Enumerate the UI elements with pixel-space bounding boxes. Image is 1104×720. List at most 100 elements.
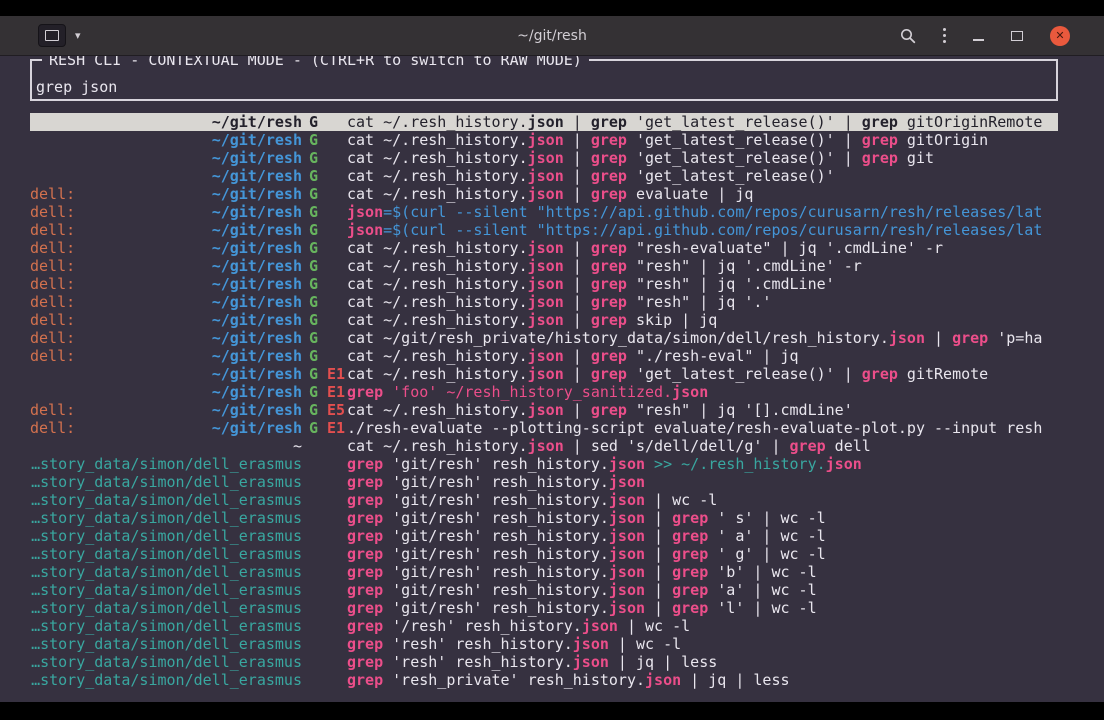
directory-label: …story_data/simon/dell_erasmus (31, 599, 302, 617)
history-row[interactable]: dell:~/git/reshGcat ~/.resh_history.json… (30, 293, 1058, 311)
command-segment: | (645, 563, 672, 581)
history-row[interactable]: …story_data/simon/dell_erasmusgrep 'git/… (30, 581, 1058, 599)
status-flags: G (302, 293, 347, 311)
command-segment: | jq | less (681, 671, 789, 689)
command-segment: grep (591, 347, 627, 365)
command-segment: | (564, 347, 591, 365)
status-flags: G (302, 329, 347, 347)
status-flags: G (302, 239, 347, 257)
close-button[interactable]: ✕ (1050, 26, 1070, 46)
host-label: dell: (30, 311, 75, 329)
command-segment: cat ~/.resh_history. (347, 365, 528, 383)
history-row[interactable]: …story_data/simon/dell_erasmusgrep '/res… (30, 617, 1058, 635)
host-dir-column: dell:~/git/resh (30, 239, 302, 257)
status-flags: G (302, 167, 347, 185)
history-row[interactable]: dell:~/git/reshGjson=$(curl --silent "ht… (30, 221, 1058, 239)
command-segment: json (528, 311, 564, 329)
restore-button[interactable] (1011, 31, 1023, 41)
command-segment: gitOriginRemote (898, 113, 1043, 131)
history-row[interactable]: …story_data/simon/dell_erasmusgrep 'git/… (30, 527, 1058, 545)
command-segment: =$(curl --silent "https://api.github.com… (383, 203, 1042, 221)
directory-label: …story_data/simon/dell_erasmus (31, 617, 302, 635)
directory-label: ~/git/resh (212, 257, 302, 275)
command-segment: json (528, 167, 564, 185)
command-segment: json (889, 329, 925, 347)
host-dir-column: dell:~/git/resh (30, 347, 302, 365)
status-flags: GE1 (302, 419, 347, 437)
restore-icon (1011, 31, 1023, 41)
history-row[interactable]: dell:~/git/reshGcat ~/.resh_history.json… (30, 239, 1058, 257)
history-row[interactable]: ~/git/reshGcat ~/.resh_history.json | gr… (30, 149, 1058, 167)
history-row[interactable]: dell:~/git/resh Gcat ~/.resh_history.json… (30, 257, 1058, 275)
command-segment: json (609, 455, 645, 473)
command-text: cat ~/.resh_history.json | grep "resh" |… (347, 293, 1058, 311)
history-row[interactable]: …story_data/simon/dell_erasmusgrep 'git/… (30, 473, 1058, 491)
command-segment: json (609, 473, 645, 491)
minimize-button[interactable] (973, 35, 984, 37)
history-row[interactable]: …story_data/simon/dell_erasmusgrep 'git/… (30, 455, 1058, 473)
history-row[interactable]: dell:~/git/reshGE5cat ~/.resh_history.js… (30, 401, 1058, 419)
history-row[interactable]: …story_data/simon/dell_erasmusgrep 'git/… (30, 491, 1058, 509)
directory-label: ~/git/resh (212, 347, 302, 365)
git-flag: G (309, 347, 318, 365)
history-row[interactable]: …story_data/simon/dell_erasmusgrep 'resh… (30, 653, 1058, 671)
history-row[interactable]: dell:~/git/reshGcat ~/.resh_history.json… (30, 311, 1058, 329)
command-segment: cat ~/.resh_history. (347, 401, 528, 419)
history-row[interactable]: ~/git/reshGE1grep 'foo' ~/resh_history_s… (30, 383, 1058, 401)
history-row[interactable]: ~/git/reshGcat ~/.resh_history.json | gr… (30, 131, 1058, 149)
git-flag: G (309, 257, 318, 275)
command-segment: | (564, 131, 591, 149)
new-terminal-button[interactable] (38, 24, 66, 47)
terminal-window: ▾ ~/git/resh (0, 16, 1104, 702)
history-row[interactable]: dell:~/git/reshGE1./resh-evaluate --plot… (30, 419, 1058, 437)
history-row[interactable]: dell:~/git/reshGcat ~/.resh_history.json… (30, 275, 1058, 293)
search-button[interactable] (900, 28, 916, 44)
command-text: cat ~/.resh_history.json | grep skip | j… (347, 311, 1058, 329)
chevron-down-icon[interactable]: ▾ (75, 30, 81, 41)
history-row[interactable]: …story_data/simon/dell_erasmusgrep 'resh… (30, 671, 1058, 689)
command-segment: "resh" | jq '.' (627, 293, 772, 311)
command-text: cat ~/.resh_history.json | grep evaluate… (347, 185, 1058, 203)
command-text: cat ~/.resh_history.json | grep "./resh-… (347, 347, 1058, 365)
host-dir-column: ~/git/resh (30, 131, 302, 149)
directory-label: …story_data/simon/dell_erasmus (31, 581, 302, 599)
history-row[interactable]: ~/git/reshGcat ~/.resh_history.json | gr… (30, 113, 1058, 131)
history-row[interactable]: dell:~/git/resh Gcat ~/.resh_history.json… (30, 347, 1058, 365)
command-segment: grep (591, 365, 627, 383)
directory-label: ~/git/resh (212, 167, 302, 185)
host-dir-column: ~ (30, 437, 302, 455)
history-row[interactable]: dell:~/git/reshGcat ~/git/resh_private/h… (30, 329, 1058, 347)
command-segment: grep (347, 617, 383, 635)
command-segment: grep (347, 671, 383, 689)
command-text: cat ~/.resh_history.json | grep "resh" |… (347, 257, 1058, 275)
command-segment: | (564, 311, 591, 329)
command-segment: json (347, 221, 383, 239)
host-dir-column: …story_data/simon/dell_erasmus (30, 617, 302, 635)
history-row[interactable]: …story_data/simon/dell_erasmusgrep 'git/… (30, 599, 1058, 617)
history-row[interactable]: …story_data/simon/dell_erasmusgrep 'resh… (30, 635, 1058, 653)
menu-button[interactable] (943, 28, 947, 44)
history-row[interactable]: …story_data/simon/dell_erasmusgrep 'git/… (30, 545, 1058, 563)
history-row[interactable]: dell:~/git/reshGcat ~/.resh_history.json… (30, 185, 1058, 203)
git-flag: G (309, 275, 318, 293)
command-segment: grep (347, 455, 383, 473)
host-dir-column: dell:~/git/resh (30, 401, 302, 419)
command-segment: 'git/resh' resh_history. (383, 509, 609, 527)
status-flags (302, 545, 347, 563)
command-text: grep 'git/resh' resh_history.json (347, 473, 1058, 491)
history-row[interactable]: dell:~/git/reshGjson=$(curl --silent "ht… (30, 203, 1058, 221)
command-segment: grep (591, 257, 627, 275)
host-dir-column: dell:~/git/resh (30, 293, 302, 311)
host-label: dell: (30, 239, 75, 257)
directory-label: …story_data/simon/dell_erasmus (31, 455, 302, 473)
history-row[interactable]: ~/git/reshGE1cat ~/.resh_history.json | … (30, 365, 1058, 383)
host-dir-column: dell:~/git/resh (30, 257, 302, 275)
history-row[interactable]: ~cat ~/.resh_history.json | sed 's/dell/… (30, 437, 1058, 455)
command-text: cat ~/.resh_history.json | grep 'get_lat… (347, 113, 1058, 131)
command-segment: cat ~/.resh_history. (347, 167, 528, 185)
history-row[interactable]: …story_data/simon/dell_erasmusgrep 'git/… (30, 509, 1058, 527)
history-row[interactable]: ~/git/reshGcat ~/.resh_history.json | gr… (30, 167, 1058, 185)
command-segment: grep (347, 527, 383, 545)
search-query-input[interactable]: grep json (36, 78, 117, 96)
history-row[interactable]: …story_data/simon/dell_erasmusgrep 'git/… (30, 563, 1058, 581)
